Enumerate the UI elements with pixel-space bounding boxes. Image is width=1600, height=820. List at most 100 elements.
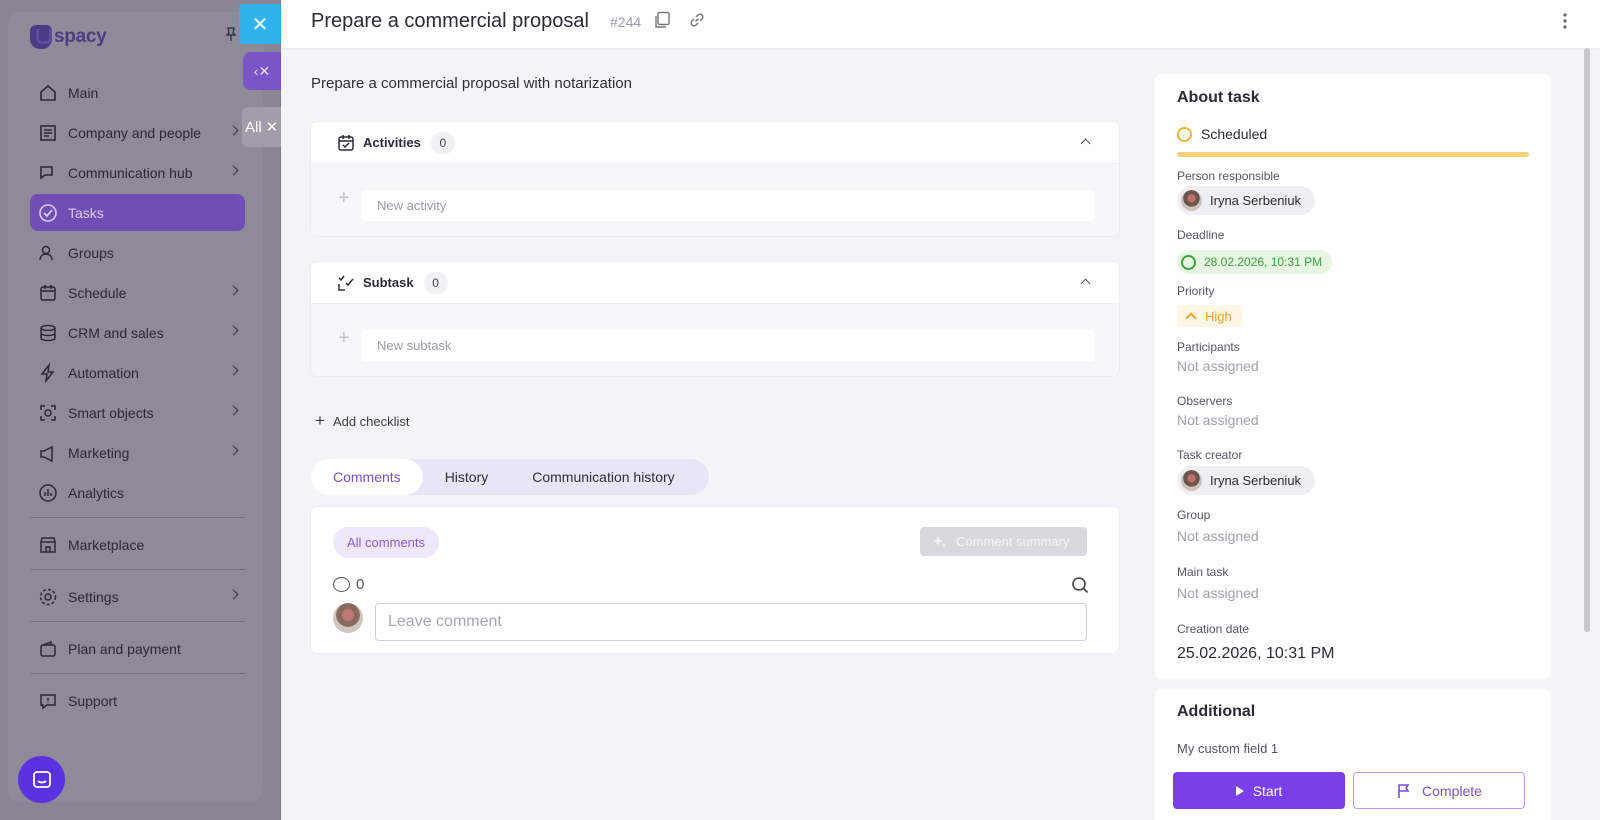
- tab-communication-history[interactable]: Communication history: [510, 459, 696, 495]
- calendar-check-icon: [338, 134, 354, 151]
- plus-icon[interactable]: +: [338, 188, 350, 208]
- chevron-right-icon: [228, 589, 239, 600]
- new-subtask-input[interactable]: New subtask: [361, 330, 1095, 361]
- support-chat-button[interactable]: [18, 756, 65, 803]
- panel-header: Prepare a commercial proposal #244: [281, 0, 1600, 48]
- sidebar-item-support[interactable]: Support: [30, 682, 245, 719]
- status-row[interactable]: Scheduled: [1177, 126, 1267, 142]
- group-value[interactable]: Not assigned: [1177, 528, 1259, 544]
- sidebar-item-main[interactable]: Main: [30, 74, 245, 111]
- all-comments-filter[interactable]: All comments: [333, 527, 440, 558]
- sidebar-item-groups[interactable]: Groups: [30, 234, 245, 271]
- custom-field-label: My custom field 1: [1177, 741, 1279, 756]
- marketing-icon: [38, 443, 58, 463]
- person-responsible-name: Iryna Serbeniuk: [1210, 193, 1302, 208]
- sidebar-item-marketing[interactable]: Marketing: [30, 434, 245, 471]
- sidebar-item-company[interactable]: Company and people: [30, 114, 245, 151]
- sidebar-item-label: Tasks: [68, 204, 104, 221]
- sidebar-item-tasks[interactable]: Tasks: [30, 194, 245, 231]
- priority-chip[interactable]: High: [1177, 305, 1242, 327]
- person-responsible-chip[interactable]: Iryna Serbeniuk: [1177, 186, 1316, 215]
- comment-count-value: 0: [356, 576, 365, 593]
- sidebar-item-label: Plan and payment: [68, 640, 181, 657]
- chevron-right-icon: [228, 165, 239, 176]
- chevron-right-icon: [228, 405, 239, 416]
- activities-count: 0: [430, 131, 455, 154]
- chevron-right-icon: [228, 125, 239, 136]
- sparkle-icon: [933, 535, 947, 548]
- sidebar-item-crm[interactable]: CRM and sales: [30, 314, 245, 351]
- sidebar-item-settings[interactable]: Settings: [30, 578, 245, 615]
- groups-icon: [38, 243, 58, 263]
- sidebar-item-plan-and-payment[interactable]: Plan and payment: [30, 630, 245, 667]
- sidebar-item-label: Support: [68, 692, 118, 709]
- link-icon[interactable]: [688, 11, 706, 29]
- flag-icon: [1398, 783, 1410, 798]
- comment-summary-label: Comment summary: [956, 534, 1070, 549]
- activities-header[interactable]: Activities 0: [311, 122, 1119, 164]
- search-icon[interactable]: [1071, 576, 1089, 594]
- comment-icon: [333, 577, 350, 592]
- avatar: [333, 603, 363, 633]
- collapse-icon: ‹✕: [253, 62, 271, 79]
- task-panel: Prepare a commercial proposal #244 Prepa…: [281, 0, 1600, 820]
- tab-history[interactable]: History: [423, 459, 511, 495]
- sidebar-item-label: Groups: [68, 244, 114, 261]
- comment-count: 0: [333, 576, 364, 593]
- chevron-up-icon[interactable]: [1080, 138, 1091, 149]
- clock-icon: [1181, 254, 1196, 270]
- start-label: Start: [1252, 782, 1283, 799]
- subtask-section: Subtask 0 + New subtask: [311, 262, 1119, 376]
- sidebar-item-communication-hub[interactable]: Communication hub: [30, 154, 245, 191]
- complete-label: Complete: [1422, 782, 1482, 799]
- participants-value[interactable]: Not assigned: [1177, 358, 1259, 374]
- sidebar-item-marketplace[interactable]: Marketplace: [30, 526, 245, 563]
- task-creator-chip[interactable]: Iryna Serbeniuk: [1177, 466, 1316, 495]
- complete-button[interactable]: Complete: [1353, 772, 1525, 809]
- comment-summary-button[interactable]: Comment summary: [920, 527, 1087, 556]
- support-icon: [38, 691, 58, 711]
- status-progress-bar: [1177, 152, 1529, 157]
- divider: [30, 621, 245, 622]
- analytics-icon: [38, 483, 58, 503]
- pin-icon[interactable]: [225, 27, 237, 41]
- chevron-up-icon[interactable]: [1080, 278, 1091, 289]
- calendar-icon: [38, 283, 58, 303]
- add-checklist-button[interactable]: + Add checklist: [315, 411, 410, 431]
- avatar: [1181, 190, 1202, 211]
- copy-icon[interactable]: [653, 11, 671, 29]
- scrollbar[interactable]: [1584, 48, 1590, 632]
- priority-value: High: [1205, 308, 1232, 324]
- start-button[interactable]: Start: [1173, 772, 1345, 809]
- subtask-icon: [338, 275, 354, 291]
- close-panel-button[interactable]: ✕: [239, 4, 281, 44]
- tab-comments[interactable]: Comments: [311, 459, 423, 495]
- sidebar-item-label: Analytics: [68, 484, 125, 501]
- observers-value[interactable]: Not assigned: [1177, 412, 1259, 428]
- collapse-panel-button[interactable]: ‹✕: [243, 52, 281, 90]
- background-app: spacy Main Company and people Communicat…: [0, 0, 280, 820]
- sidebar-item-schedule[interactable]: Schedule: [30, 274, 245, 311]
- main-task-value[interactable]: Not assigned: [1177, 585, 1259, 601]
- chevron-up-icon: [1185, 312, 1197, 324]
- plus-icon: +: [315, 411, 325, 430]
- main-task-label: Main task: [1177, 565, 1229, 579]
- sidebar-item-label: Marketing: [68, 444, 130, 461]
- comment-input[interactable]: Leave comment: [375, 603, 1087, 641]
- close-all-button[interactable]: All ✕: [242, 107, 281, 147]
- sidebar-item-label: Automation: [68, 364, 139, 381]
- deadline-chip[interactable]: 28.02.2026, 10:31 PM: [1177, 250, 1333, 274]
- creation-date-label: Creation date: [1177, 622, 1250, 636]
- sidebar-item-smart-objects[interactable]: Smart objects: [30, 394, 245, 431]
- subtask-header[interactable]: Subtask 0: [311, 262, 1119, 304]
- comments-section: All comments Comment summary 0 Leave com…: [311, 507, 1119, 653]
- more-options-icon[interactable]: [1562, 12, 1568, 30]
- plus-icon[interactable]: +: [338, 328, 350, 348]
- task-description[interactable]: Prepare a commercial proposal with notar…: [311, 75, 632, 92]
- sidebar-item-analytics[interactable]: Analytics: [30, 474, 245, 511]
- sidebar-item-automation[interactable]: Automation: [30, 354, 245, 391]
- new-activity-input[interactable]: New activity: [361, 190, 1095, 221]
- logo-mark-icon: [30, 25, 52, 49]
- logo[interactable]: spacy: [30, 25, 107, 49]
- person-responsible-label: Person responsible: [1177, 169, 1280, 183]
